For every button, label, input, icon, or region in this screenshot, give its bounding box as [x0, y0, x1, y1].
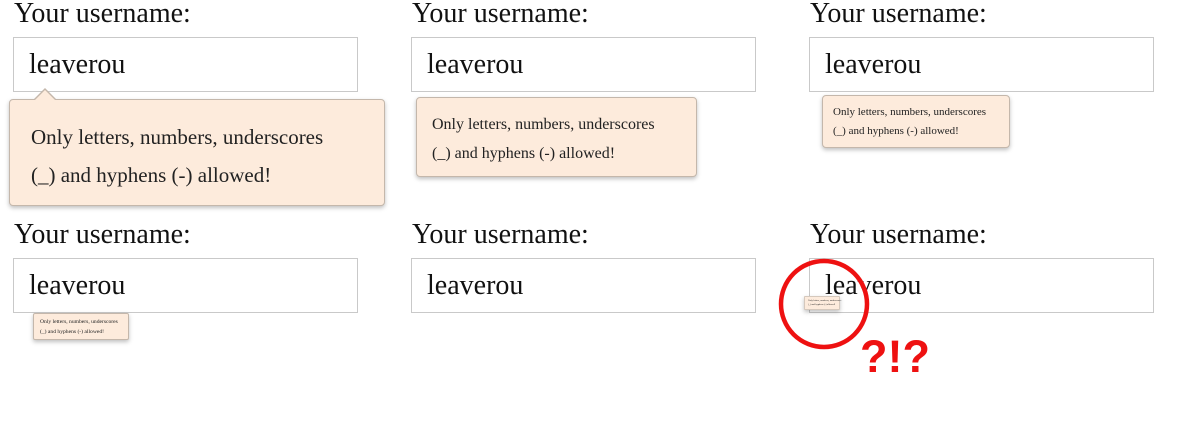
username-input[interactable] [411, 258, 756, 313]
username-input[interactable] [13, 258, 358, 313]
validation-tooltip: Only letters, numbers, underscores (_) a… [9, 88, 385, 206]
username-label: Your username: [810, 0, 987, 29]
username-input[interactable] [809, 37, 1154, 92]
tooltip-line-2: (_) and hyphens (-) allowed! [833, 125, 959, 137]
username-input[interactable] [13, 37, 358, 92]
username-input[interactable] [809, 258, 1154, 313]
validation-tooltip: Only letters, numbers, underscores (_) a… [416, 97, 697, 177]
tooltip-arrow [34, 90, 56, 101]
username-label: Your username: [412, 219, 589, 250]
username-input[interactable] [411, 37, 756, 92]
annotation-text: ?!? [860, 331, 930, 382]
validation-tooltip: Only letters, numbers, underscores (_) a… [804, 296, 841, 310]
tooltip-line-2: (_) and hyphens (-) allowed! [808, 303, 836, 306]
validation-tooltip: Only letters, numbers, underscores (_) a… [33, 313, 129, 340]
tooltip-line-1: Only letters, numbers, underscores [40, 319, 118, 325]
tooltip-line-2: (_) and hyphens (-) allowed! [31, 163, 272, 187]
tooltip-line-1: Only letters, numbers, underscores [31, 125, 324, 149]
username-label: Your username: [810, 219, 987, 250]
tooltip-line-2: (_) and hyphens (-) allowed! [432, 145, 616, 162]
tooltip-line-1: Only letters, numbers, underscores [432, 116, 655, 133]
tooltip-line-1: Only letters, numbers, underscores [833, 106, 987, 118]
username-label: Your username: [412, 0, 589, 29]
username-label: Your username: [14, 219, 191, 250]
tooltip-line-2: (_) and hyphens (-) allowed! [40, 329, 104, 335]
validation-tooltip: Only letters, numbers, underscores (_) a… [822, 95, 1010, 148]
username-label: Your username: [14, 0, 191, 29]
